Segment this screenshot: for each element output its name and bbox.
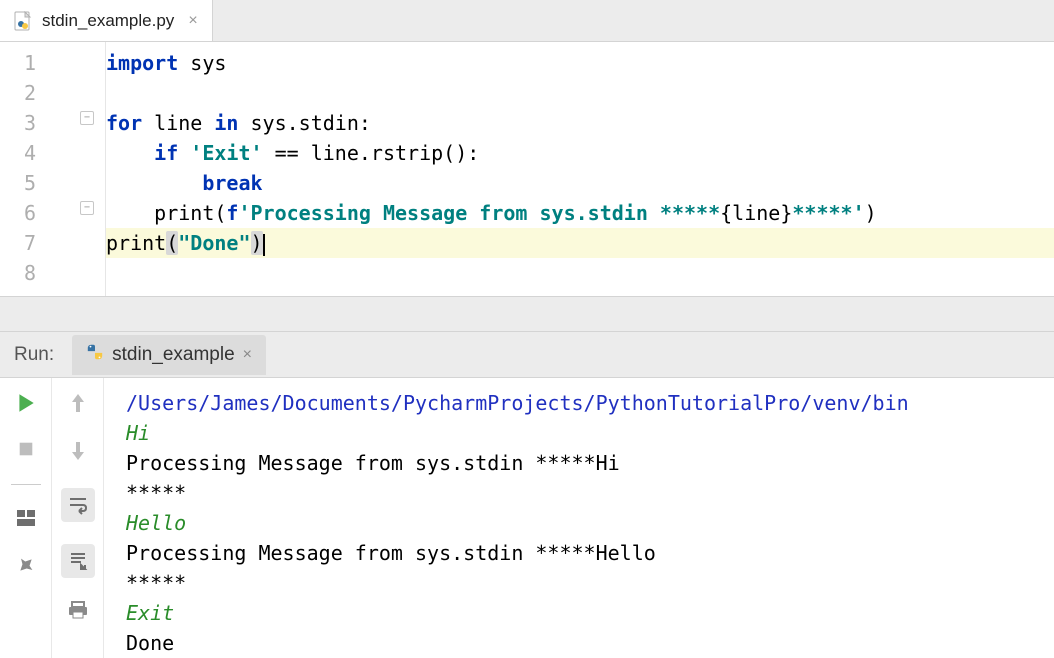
close-tab-icon[interactable]: × [188, 12, 197, 30]
line-number: 3 [0, 108, 36, 138]
close-run-tab-icon[interactable]: × [243, 346, 252, 364]
line-number: 1 [0, 48, 36, 78]
editor-tab-bar: stdin_example.py × [0, 0, 1054, 42]
run-config-tab[interactable]: stdin_example × [72, 335, 266, 375]
up-arrow-icon[interactable] [69, 392, 87, 418]
code-line: import sys [106, 48, 1054, 78]
layout-icon[interactable] [15, 507, 37, 533]
pin-icon[interactable] [16, 555, 36, 579]
stop-icon[interactable] [17, 440, 35, 462]
run-label: Run: [14, 344, 54, 366]
code-line: print(f'Processing Message from sys.stdi… [106, 198, 1054, 228]
console-input: Exit [126, 598, 1054, 628]
print-icon[interactable] [67, 600, 89, 624]
python-file-icon [14, 11, 34, 31]
line-number: 7 [0, 228, 36, 258]
run-tab-name: stdin_example [112, 344, 235, 366]
line-number: 6 [0, 198, 36, 228]
line-number-gutter: 1 2 3 4 5 6 7 8 [0, 42, 46, 296]
line-number: 8 [0, 258, 36, 288]
code-line [106, 258, 1054, 288]
text-cursor [263, 234, 265, 256]
code-line: for line in sys.stdin: [106, 108, 1054, 138]
fold-gutter: − − [46, 42, 106, 296]
rerun-icon[interactable] [15, 392, 37, 418]
run-toolbar-left [0, 378, 52, 658]
fold-toggle-icon[interactable]: − [80, 111, 94, 125]
python-run-icon [86, 343, 104, 367]
console-path: /Users/James/Documents/PycharmProjects/P… [126, 388, 1054, 418]
fold-toggle-icon[interactable]: − [80, 201, 94, 215]
code-line [106, 78, 1054, 108]
code-line: if 'Exit' == line.rstrip(): [106, 138, 1054, 168]
console-line: Done [126, 628, 1054, 658]
console-line: ***** [126, 568, 1054, 598]
tab-filename: stdin_example.py [42, 11, 174, 31]
scroll-to-end-icon[interactable] [61, 544, 95, 578]
code-editor[interactable]: 1 2 3 4 5 6 7 8 − − import sys for line … [0, 42, 1054, 296]
console-line: ***** [126, 478, 1054, 508]
console-line: Processing Message from sys.stdin *****H… [126, 448, 1054, 478]
toolbar-separator [11, 484, 41, 485]
code-line: break [106, 168, 1054, 198]
console-line: Processing Message from sys.stdin *****H… [126, 538, 1054, 568]
run-toolbar-right [52, 378, 104, 658]
line-number: 2 [0, 78, 36, 108]
run-panel: /Users/James/Documents/PycharmProjects/P… [0, 378, 1054, 658]
run-panel-header: Run: stdin_example × [0, 332, 1054, 378]
down-arrow-icon[interactable] [69, 440, 87, 466]
console-input: Hi [126, 418, 1054, 448]
editor-tab-active[interactable]: stdin_example.py × [0, 0, 213, 41]
code-line-current: print("Done") [106, 228, 1054, 258]
soft-wrap-icon[interactable] [61, 488, 95, 522]
panel-divider[interactable] [0, 296, 1054, 332]
console-output[interactable]: /Users/James/Documents/PycharmProjects/P… [104, 378, 1054, 658]
line-number: 5 [0, 168, 36, 198]
code-area[interactable]: import sys for line in sys.stdin: if 'Ex… [106, 42, 1054, 296]
line-number: 4 [0, 138, 36, 168]
console-input: Hello [126, 508, 1054, 538]
